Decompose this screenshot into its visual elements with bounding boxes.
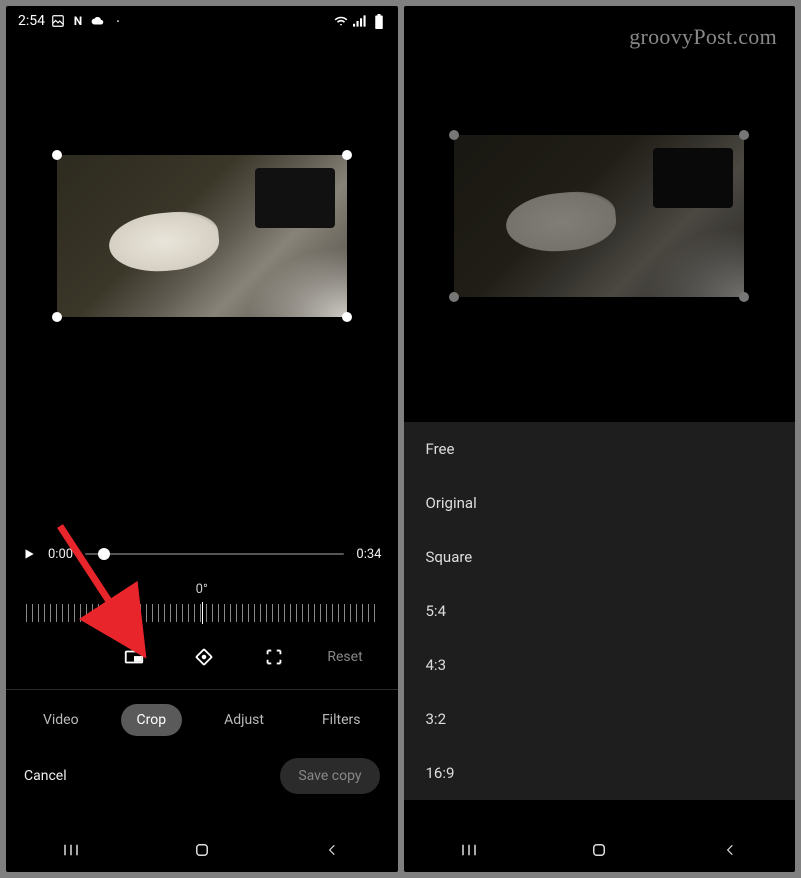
aspect-ratio-sheet: Free Original Square 5:4 4:3 3:2 16:9 — [404, 422, 796, 800]
crop-frame-dimmed — [454, 135, 744, 297]
nav-home[interactable] — [192, 840, 212, 860]
tab-video[interactable]: Video — [27, 704, 95, 736]
phone-right: groovyPost.com Free Original Square 5:4 … — [404, 6, 796, 872]
cancel-button[interactable]: Cancel — [24, 768, 67, 784]
aspect-option-square[interactable]: Square — [404, 530, 796, 584]
rotate-button[interactable] — [188, 641, 220, 673]
tab-crop[interactable]: Crop — [121, 704, 183, 736]
bottom-action-row: Cancel Save copy — [6, 750, 398, 806]
dot-icon: • — [111, 14, 125, 28]
crop-handle-br — [739, 292, 749, 302]
crop-handle-tr[interactable] — [342, 150, 352, 160]
status-time: 2:54 — [18, 13, 45, 29]
editor-tabs: Video Crop Adjust Filters — [6, 690, 398, 750]
rotation-angle-label: 0° — [6, 582, 398, 597]
status-bar: 2:54 N • — [6, 6, 398, 36]
android-nav-bar — [6, 828, 398, 872]
play-button[interactable] — [22, 547, 36, 561]
video-timeline: 0:00 0:34 — [6, 536, 398, 572]
crop-handle-tl[interactable] — [52, 150, 62, 160]
cloud-icon — [91, 14, 105, 28]
rotation-ruler[interactable] — [6, 601, 398, 625]
aspect-option-5-4[interactable]: 5:4 — [404, 584, 796, 638]
android-nav-bar — [404, 828, 796, 872]
nav-back[interactable] — [720, 840, 740, 860]
phone-left: 2:54 N • — [6, 6, 398, 872]
nav-back[interactable] — [322, 840, 342, 860]
wifi-icon — [334, 14, 348, 28]
reset-button[interactable]: Reset — [327, 649, 362, 665]
crop-tool-row: Reset — [6, 633, 398, 690]
nav-recents[interactable] — [61, 840, 81, 860]
crop-handle-br[interactable] — [342, 312, 352, 322]
tab-filters[interactable]: Filters — [306, 704, 377, 736]
video-thumbnail — [57, 155, 347, 317]
image-icon — [51, 14, 65, 28]
nav-recents[interactable] — [459, 840, 479, 860]
time-current: 0:00 — [48, 547, 73, 562]
aspect-option-free[interactable]: Free — [404, 422, 796, 476]
nav-home[interactable] — [589, 840, 609, 860]
crop-frame[interactable] — [57, 155, 347, 317]
watermark: groovyPost.com — [629, 24, 777, 50]
video-preview-area — [6, 36, 398, 396]
aspect-option-3-2[interactable]: 3:2 — [404, 692, 796, 746]
video-preview-area-dimmed — [404, 6, 796, 386]
transform-button[interactable] — [258, 641, 290, 673]
video-thumbnail-dimmed — [454, 135, 744, 297]
crop-handle-bl — [449, 292, 459, 302]
aspect-option-16-9[interactable]: 16:9 — [404, 746, 796, 800]
crop-handle-bl[interactable] — [52, 312, 62, 322]
battery-icon — [372, 14, 386, 28]
time-duration: 0:34 — [356, 547, 381, 562]
crop-handle-tr — [739, 130, 749, 140]
n-icon: N — [71, 14, 85, 28]
aspect-option-original[interactable]: Original — [404, 476, 796, 530]
scrub-thumb[interactable] — [98, 548, 110, 560]
aspect-option-4-3[interactable]: 4:3 — [404, 638, 796, 692]
save-copy-button[interactable]: Save copy — [280, 758, 379, 794]
signal-icon — [353, 14, 367, 28]
tab-adjust[interactable]: Adjust — [208, 704, 280, 736]
scrub-track[interactable] — [85, 553, 344, 555]
aspect-ratio-button[interactable] — [118, 641, 150, 673]
